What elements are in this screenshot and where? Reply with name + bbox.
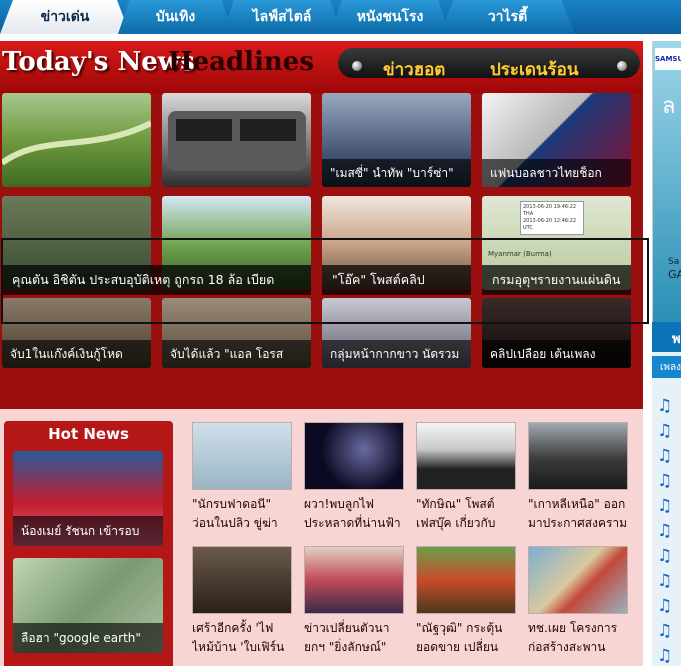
tile-caption: แฟนบอลชาวไทยช็อก bbox=[482, 159, 631, 187]
todays-news-title: Today's News bbox=[2, 47, 195, 77]
van-photo bbox=[168, 111, 306, 171]
news-tile-messi[interactable]: "เมสซี่" นำทัพ "บาร์ซ่า" bbox=[322, 93, 471, 187]
ad-text: GA bbox=[668, 268, 681, 281]
hot-news-caption: ลือฮา "google earth" bbox=[13, 623, 163, 653]
tab-top-news[interactable]: ข่าวเด่น bbox=[0, 0, 130, 34]
news-tile-fan[interactable]: แฟนบอลชาวไทยช็อก bbox=[482, 93, 631, 187]
map-popup: 2013-06-20 19:46:22 THA 2013-06-20 12:46… bbox=[520, 201, 584, 235]
news-item[interactable]: ผวา!พบลูกไฟ ประหลาดที่น่านฟ้า bbox=[304, 422, 404, 533]
news-title-line: "ณัฐวุฒิ" กระตุ้น bbox=[416, 621, 503, 635]
news-title-line: "เกาหลีเหนือ" ออก bbox=[528, 497, 626, 511]
news-thumb bbox=[416, 422, 516, 490]
tab-movies[interactable]: หนังชนโรง bbox=[330, 0, 450, 34]
tab-label: หนังชนโรง bbox=[356, 9, 424, 25]
tile-caption: กลุ่มหน้ากากขาว นัดรวม bbox=[322, 340, 471, 368]
news-title-line: ข่าวเปลี่ยนตัวนา bbox=[304, 621, 390, 635]
news-tile-field[interactable] bbox=[2, 93, 151, 187]
music-note-icon[interactable]: ♫ bbox=[657, 546, 672, 566]
news-item[interactable]: เศร้าอีกครั้ง 'ไฟ ไหม้บ้าน 'ใบเฟิร์น bbox=[192, 546, 292, 657]
news-thumb bbox=[416, 546, 516, 614]
headlines-banner: Today's News Headlines ข่าวฮอต ประเดนร้อ… bbox=[0, 41, 643, 93]
music-note-icon[interactable]: ♫ bbox=[657, 496, 672, 516]
bullet-icon bbox=[617, 61, 627, 71]
news-title-line: เศร้าอีกครั้ง 'ไฟ bbox=[192, 621, 274, 635]
tab-label: วาไรตี้ bbox=[487, 9, 528, 25]
tab-label: บันเทิง bbox=[155, 9, 196, 25]
music-note-icon[interactable]: ♫ bbox=[657, 596, 672, 616]
field-photo bbox=[2, 120, 151, 166]
hot-topic-bar: ข่าวฮอต ประเดนร้อน bbox=[338, 48, 640, 80]
music-note-icon[interactable]: ♫ bbox=[657, 471, 672, 491]
hot-news-item-badminton[interactable]: น้องเมย์ รัชนก เข้ารอบ bbox=[13, 451, 163, 546]
music-note-icon[interactable]: ♫ bbox=[657, 571, 672, 591]
news-title-line: ว่อนในปลิว ขู่ฆ่า bbox=[192, 516, 278, 530]
news-thumb bbox=[304, 422, 404, 490]
news-item[interactable]: ข่าวเปลี่ยนตัวนา ยกฯ "ยิ่งลักษณ์" bbox=[304, 546, 404, 657]
music-panel-header: พ bbox=[652, 322, 681, 352]
news-tile-van[interactable] bbox=[162, 93, 311, 187]
headlines-title: Headlines bbox=[168, 47, 314, 77]
music-note-icon[interactable]: ♫ bbox=[657, 396, 672, 416]
tab-variety[interactable]: วาไรตี้ bbox=[440, 0, 575, 34]
hot-news-caption: น้องเมย์ รัชนก เข้ารอบ bbox=[13, 516, 163, 546]
news-title-line: ประหลาดที่น่านฟ้า bbox=[304, 516, 401, 530]
news-thumb bbox=[528, 422, 628, 490]
news-title-line: ยกฯ "ยิ่งลักษณ์" bbox=[304, 640, 387, 654]
tab-label: ข่าวเด่น bbox=[40, 9, 90, 25]
news-title-line: ทช.เผย โครงการ bbox=[528, 621, 618, 635]
category-tab-bar: ข่าวเด่น บันเทิง ไลฟ์สไตล์ หนังชนโรง วาไ… bbox=[0, 0, 681, 34]
bullet-icon bbox=[352, 61, 362, 71]
music-note-icon[interactable]: ♫ bbox=[657, 621, 672, 641]
news-thumb bbox=[192, 546, 292, 614]
map-popup-line: 2013-06-20 19:46:22 THA bbox=[523, 204, 577, 217]
hot-news-link[interactable]: ข่าวฮอต bbox=[383, 56, 445, 83]
news-thumb bbox=[192, 422, 292, 490]
music-note-icon[interactable]: ♫ bbox=[657, 646, 672, 666]
news-thumb bbox=[304, 546, 404, 614]
tile-caption: คลิปเปลือย เต้นเพลง bbox=[482, 340, 631, 368]
news-title-line: "ทักษิณ" โพสต์ bbox=[416, 497, 495, 511]
tile-caption: จับได้แล้ว "แอล โอรส bbox=[162, 340, 311, 368]
ad-text: Sa bbox=[668, 257, 680, 267]
news-title-line: ก่อสร้างสะพาน bbox=[528, 640, 606, 654]
tab-label: ไลฟ์สไตล์ bbox=[252, 9, 312, 25]
news-item[interactable]: "เกาหลีเหนือ" ออก มาประกาศสงคราม bbox=[528, 422, 628, 533]
samsung-logo: SAMSUNG bbox=[655, 48, 681, 70]
news-item[interactable]: "ณัฐวุฒิ" กระตุ้น ยอดขาย เปลี่ยน bbox=[416, 546, 516, 657]
news-title-line: ยอดขาย เปลี่ยน bbox=[416, 640, 499, 654]
music-note-icon[interactable]: ♫ bbox=[657, 421, 672, 441]
tile-caption: "เมสซี่" นำทัพ "บาร์ซ่า" bbox=[322, 159, 471, 187]
news-title-line: ไหม้บ้าน 'ใบเฟิร์น bbox=[192, 640, 285, 654]
news-item[interactable]: "ทักษิณ" โพสต์ เฟสบุ๊ค เกี่ยวกับ bbox=[416, 422, 516, 533]
news-title-line: ผวา!พบลูกไฟ bbox=[304, 497, 374, 511]
tile-caption: จับ1ในแก๊งค์เงินกู้โหด bbox=[2, 340, 151, 368]
news-item[interactable]: "นักรบฟาดอนี" ว่อนในปลิว ขู่ฆ่า bbox=[192, 422, 292, 533]
tab-entertainment[interactable]: บันเทิง bbox=[118, 0, 233, 34]
ad-text: ล bbox=[662, 94, 676, 119]
music-panel-subheader[interactable]: เพลง bbox=[652, 356, 681, 378]
music-note-icon[interactable]: ♫ bbox=[657, 446, 672, 466]
hot-topic-link[interactable]: ประเดนร้อน bbox=[490, 56, 579, 83]
hot-news-title: Hot News bbox=[48, 425, 129, 443]
news-title-line: เฟสบุ๊ค เกี่ยวกับ bbox=[416, 516, 496, 530]
news-title-line: "นักรบฟาดอนี" bbox=[192, 497, 272, 511]
news-thumb bbox=[528, 546, 628, 614]
tab-lifestyle[interactable]: ไลฟ์สไตล์ bbox=[222, 0, 342, 34]
news-title-line: มาประกาศสงคราม bbox=[528, 516, 628, 530]
news-item[interactable]: ทช.เผย โครงการ ก่อสร้างสะพาน bbox=[528, 546, 628, 657]
selection-highlight bbox=[1, 238, 649, 324]
music-note-icon[interactable]: ♫ bbox=[657, 521, 672, 541]
hot-news-item-google-earth[interactable]: ลือฮา "google earth" bbox=[13, 558, 163, 653]
map-popup-line: 2013-06-20 12:46:22 UTC bbox=[523, 218, 577, 231]
